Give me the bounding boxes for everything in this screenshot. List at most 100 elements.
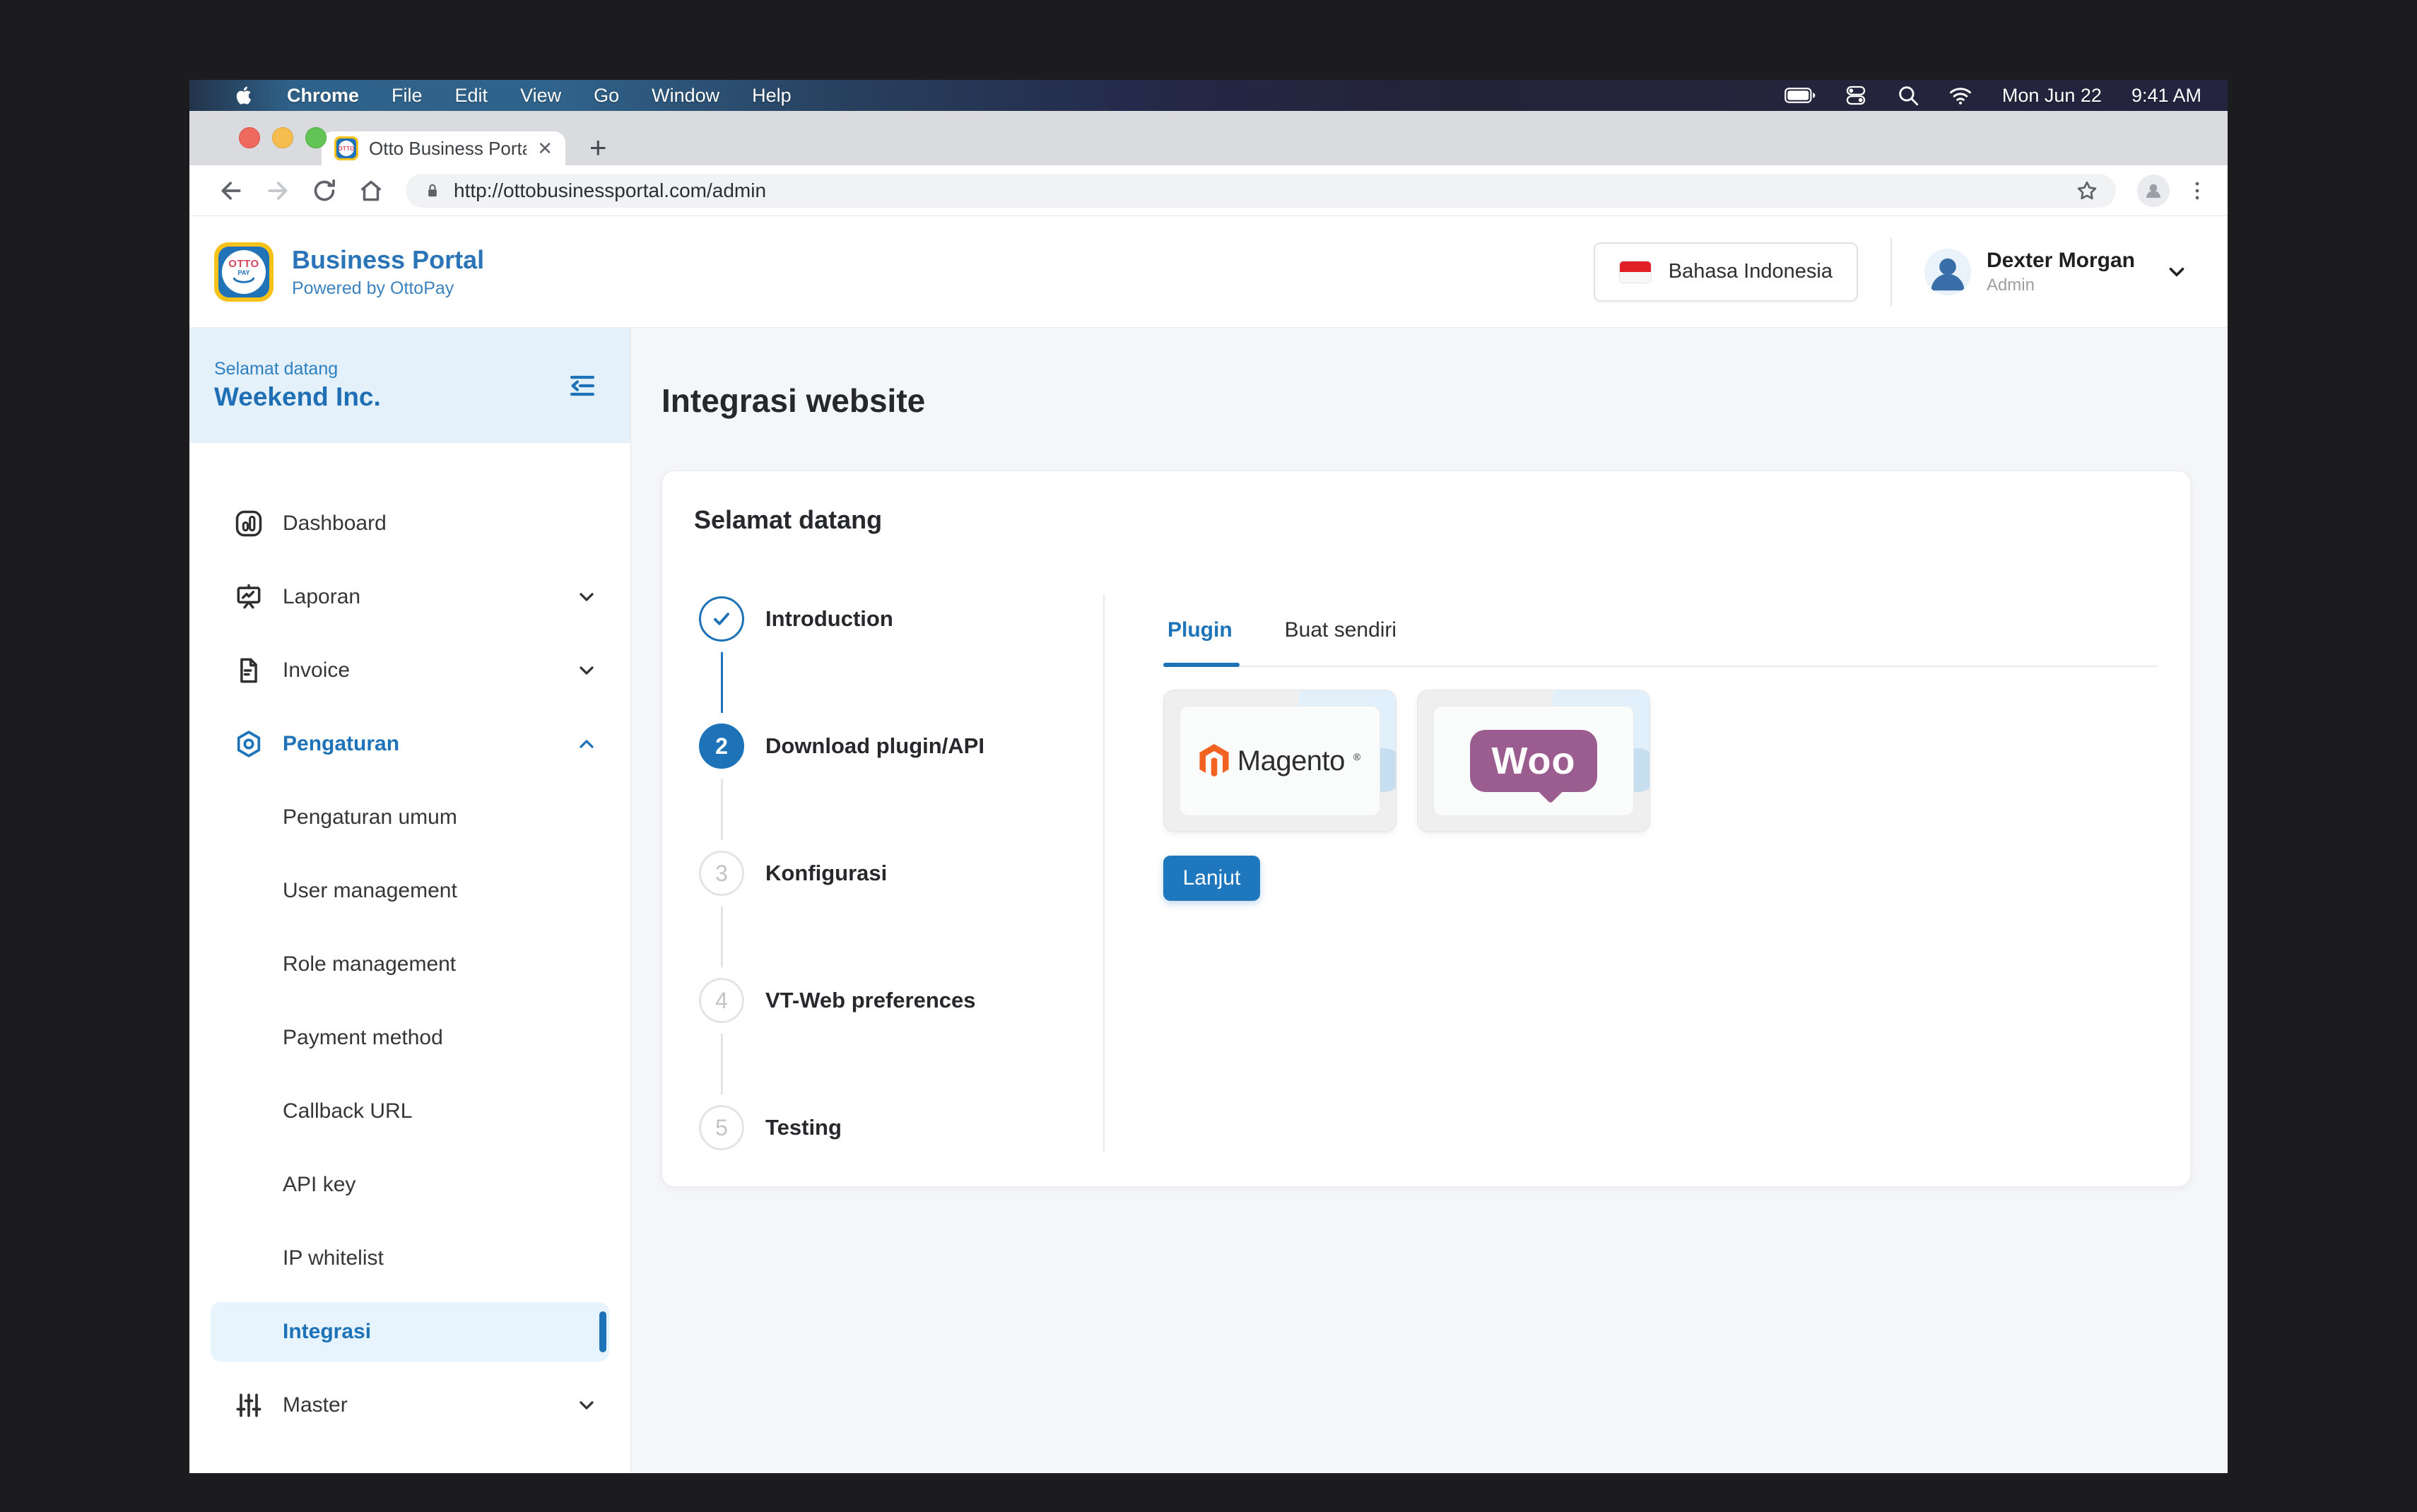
window-controls <box>239 127 327 148</box>
back-icon[interactable] <box>217 177 245 205</box>
url-text[interactable]: http://ottobusinessportal.com/admin <box>454 179 766 202</box>
step-testing[interactable]: 5 Testing <box>699 1103 842 1152</box>
sidebar-item-laporan[interactable]: Laporan <box>189 560 630 634</box>
sidebar-item-integrasi[interactable]: Integrasi <box>189 1295 630 1369</box>
sidebar: Selamat datang Weekend Inc. Dashboard La <box>189 328 631 1473</box>
app-title: Business Portal <box>292 244 484 275</box>
step-panel: Plugin Buat sendiri <box>1105 594 2158 1152</box>
forward-icon[interactable] <box>264 177 292 205</box>
step-download-plugin[interactable]: 2 Download plugin/API <box>699 721 984 771</box>
sidebar-item-invoice[interactable]: Invoice <box>189 634 630 707</box>
lock-icon[interactable] <box>423 181 442 201</box>
address-bar[interactable]: http://ottobusinessportal.com/admin <box>406 174 2116 208</box>
reload-icon[interactable] <box>310 177 339 205</box>
home-icon[interactable] <box>357 177 385 205</box>
tab-buat-sendiri[interactable]: Buat sendiri <box>1281 594 1401 666</box>
browser-toolbar: http://ottobusinessportal.com/admin <box>189 165 2228 216</box>
language-selector-button[interactable]: Bahasa Indonesia <box>1594 242 1858 302</box>
continue-button[interactable]: Lanjut <box>1163 856 1260 901</box>
menubar-item-file[interactable]: File <box>392 85 423 107</box>
report-icon <box>233 581 264 613</box>
settings-icon <box>233 728 264 760</box>
sidebar-item-role-management[interactable]: Role management <box>189 928 630 1001</box>
sidebar-welcome: Selamat datang Weekend Inc. <box>189 328 630 443</box>
magento-logo: Magento ® <box>1199 744 1361 778</box>
step-connector <box>721 779 723 840</box>
sidebar-nav: Dashboard Laporan Invoice Pengatu <box>189 443 630 1442</box>
step-konfigurasi[interactable]: 3 Konfigurasi <box>699 849 887 898</box>
sidebar-item-callback-url[interactable]: Callback URL <box>189 1075 630 1148</box>
ottopay-logo: OTTO PAY <box>214 242 274 302</box>
sidebar-item-master[interactable]: Master <box>189 1369 630 1442</box>
wifi-icon[interactable] <box>1948 83 1972 107</box>
plugin-card-woocommerce[interactable]: Woo <box>1417 690 1650 832</box>
zoom-window-button[interactable] <box>305 127 327 148</box>
wizard-stepper: Introduction 2 Download plugin/API 3 Kon… <box>694 594 1105 1152</box>
apple-menu-icon[interactable] <box>233 85 254 106</box>
desktop-letterbox: Chrome File Edit View Go Window Help Mon… <box>0 0 2417 1512</box>
sidebar-item-api-key[interactable]: API key <box>189 1148 630 1222</box>
close-window-button[interactable] <box>239 127 260 148</box>
battery-icon[interactable] <box>1784 83 1816 107</box>
app-subtitle: Powered by OttoPay <box>292 278 484 299</box>
language-label: Bahasa Indonesia <box>1669 260 1833 283</box>
welcome-label: Selamat datang <box>214 359 381 379</box>
browser-tab[interactable]: OTTO Otto Business Portal ✕ <box>322 131 565 165</box>
dashboard-icon <box>233 508 264 539</box>
user-menu-chevron-down-icon[interactable] <box>2165 260 2189 284</box>
main-content: Integrasi website Selamat datang Introdu… <box>631 328 2228 1473</box>
step-vtweb-preferences[interactable]: 4 VT-Web preferences <box>699 976 975 1025</box>
web-app: OTTO PAY Business Portal Powered by Otto… <box>189 216 2228 1473</box>
sidebar-collapse-icon[interactable] <box>565 369 599 403</box>
logo-brand-text: OTTO <box>228 259 259 269</box>
sidebar-item-payment-method[interactable]: Payment method <box>189 1001 630 1075</box>
step-introduction[interactable]: Introduction <box>699 594 893 644</box>
company-name: Weekend Inc. <box>214 382 381 412</box>
tab-plugin[interactable]: Plugin <box>1163 594 1237 666</box>
active-item-indicator <box>599 1311 606 1352</box>
integration-card: Selamat datang Introduction <box>661 471 2191 1187</box>
sidebar-item-user-management[interactable]: User management <box>189 854 630 928</box>
menubar-date[interactable]: Mon Jun 22 <box>2002 85 2102 107</box>
indonesia-flag-icon <box>1619 261 1652 283</box>
app-header: OTTO PAY Business Portal Powered by Otto… <box>189 216 2228 328</box>
menubar-item-go[interactable]: Go <box>594 85 619 107</box>
chevron-down-icon <box>575 1394 598 1417</box>
menubar-item-chrome[interactable]: Chrome <box>287 85 359 107</box>
browser-profile-icon[interactable] <box>2137 175 2170 207</box>
browser-menu-icon[interactable] <box>2185 179 2209 203</box>
active-item-highlight <box>211 1302 609 1362</box>
bookmark-star-icon[interactable] <box>2075 179 2099 203</box>
step-connector <box>721 652 723 713</box>
site-favicon: OTTO <box>334 136 358 160</box>
menubar-item-help[interactable]: Help <box>752 85 792 107</box>
plugin-tabs: Plugin Buat sendiri <box>1163 594 2158 667</box>
browser-tabstrip: OTTO Otto Business Portal ✕ + <box>189 111 2228 165</box>
sidebar-item-pengaturan[interactable]: Pengaturan <box>189 707 630 781</box>
step-number: 4 <box>699 978 744 1023</box>
menubar-clock[interactable]: 9:41 AM <box>2131 85 2201 107</box>
magento-mark-icon <box>1199 744 1229 778</box>
search-icon[interactable] <box>1896 83 1920 107</box>
step-connector <box>721 906 723 967</box>
new-tab-button[interactable]: + <box>589 134 607 161</box>
chevron-down-icon <box>575 659 598 682</box>
invoice-icon <box>233 655 264 686</box>
sidebar-item-ip-whitelist[interactable]: IP whitelist <box>189 1222 630 1295</box>
menubar-item-view[interactable]: View <box>520 85 561 107</box>
sidebar-item-pengaturan-umum[interactable]: Pengaturan umum <box>189 781 630 854</box>
sidebar-item-dashboard[interactable]: Dashboard <box>189 487 630 560</box>
chevron-up-icon <box>575 733 598 755</box>
card-title: Selamat datang <box>694 505 2158 535</box>
control-center-icon[interactable] <box>1844 83 1868 107</box>
user-avatar[interactable] <box>1924 249 1971 295</box>
logo-smile-icon <box>230 277 257 285</box>
tab-close-icon[interactable]: ✕ <box>537 139 553 158</box>
menubar-item-edit[interactable]: Edit <box>455 85 488 107</box>
step-number: 2 <box>699 723 744 769</box>
step-number: 5 <box>699 1105 744 1150</box>
minimize-window-button[interactable] <box>272 127 293 148</box>
menubar-item-window[interactable]: Window <box>652 85 719 107</box>
user-role: Admin <box>1987 276 2135 295</box>
plugin-card-magento[interactable]: Magento ® <box>1163 690 1396 832</box>
